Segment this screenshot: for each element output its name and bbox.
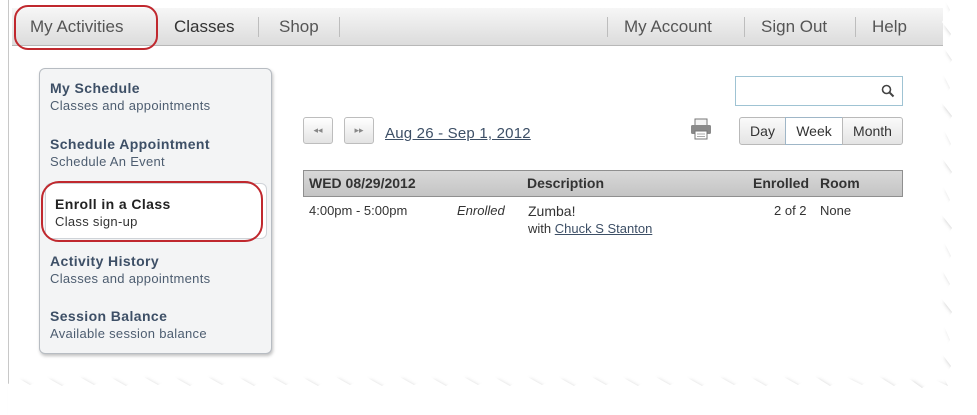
nav-help[interactable]: Help (872, 8, 907, 46)
row-enrolled: 2 of 2 (774, 203, 807, 218)
sidebar-item-subtitle: Available session balance (50, 326, 207, 341)
search-input[interactable] (735, 76, 903, 106)
top-nav-bar: My Activities Classes Shop My Account Si… (12, 8, 943, 46)
sidebar: My Schedule Classes and appointments Sch… (39, 68, 272, 354)
nav-sign-out[interactable]: Sign Out (761, 8, 827, 46)
sidebar-item-title: Session Balance (50, 308, 168, 324)
sidebar-item-subtitle: Schedule An Event (50, 154, 165, 169)
nav-classes[interactable]: Classes (174, 8, 234, 46)
sidebar-item-subtitle: Classes and appointments (50, 271, 211, 286)
nav-divider (855, 17, 856, 37)
sidebar-item-my-schedule[interactable]: My Schedule Classes and appointments (40, 69, 271, 125)
nav-divider (339, 17, 340, 37)
nav-shop[interactable]: Shop (279, 8, 319, 46)
sidebar-item-title: Enroll in a Class (55, 196, 171, 212)
nav-my-account[interactable]: My Account (624, 8, 712, 46)
previous-week-button[interactable]: ◂◂ (303, 117, 333, 144)
nav-divider (258, 17, 259, 37)
nav-divider (744, 17, 745, 37)
instructor-link[interactable]: Chuck S Stanton (555, 221, 653, 236)
view-month-button[interactable]: Month (842, 117, 903, 145)
page: My Activities Classes Shop My Account Si… (0, 0, 977, 415)
column-description: Description (527, 175, 605, 191)
view-week-button[interactable]: Week (785, 117, 843, 145)
sidebar-item-activity-history[interactable]: Activity History Classes and appointment… (40, 244, 271, 300)
date-range-link[interactable]: Aug 26 - Sep 1, 2012 (385, 125, 531, 142)
sidebar-item-title: Schedule Appointment (50, 136, 210, 152)
sidebar-item-subtitle: Class sign-up (55, 214, 138, 229)
sidebar-item-title: Activity History (50, 253, 160, 269)
with-prefix: with (528, 221, 552, 236)
sidebar-item-schedule-appointment[interactable]: Schedule Appointment Schedule An Event (40, 125, 271, 181)
column-enrolled: Enrolled (753, 175, 810, 191)
day-header: WED 08/29/2012 (309, 175, 416, 191)
sidebar-item-subtitle: Classes and appointments (50, 98, 211, 113)
row-description: Zumba! (528, 203, 576, 219)
schedule-table-header: WED 08/29/2012 Description Enrolled Room (303, 170, 903, 197)
row-with-instructor: with Chuck S Stanton (528, 221, 652, 236)
column-room: Room (820, 175, 860, 191)
search-icon[interactable] (881, 84, 895, 98)
nav-divider (607, 17, 608, 37)
row-status: Enrolled (457, 203, 505, 218)
row-time: 4:00pm - 5:00pm (309, 203, 408, 218)
next-week-button[interactable]: ▸▸ (344, 117, 374, 144)
nav-my-activities[interactable]: My Activities (30, 8, 124, 46)
view-day-button[interactable]: Day (739, 117, 786, 145)
sidebar-item-enroll-in-a-class[interactable]: Enroll in a Class Class sign-up (45, 183, 267, 239)
sidebar-item-session-balance[interactable]: Session Balance Available session balanc… (40, 299, 271, 355)
row-room: None (820, 203, 852, 218)
sidebar-item-title: My Schedule (50, 80, 140, 96)
printer-icon[interactable] (689, 117, 713, 141)
